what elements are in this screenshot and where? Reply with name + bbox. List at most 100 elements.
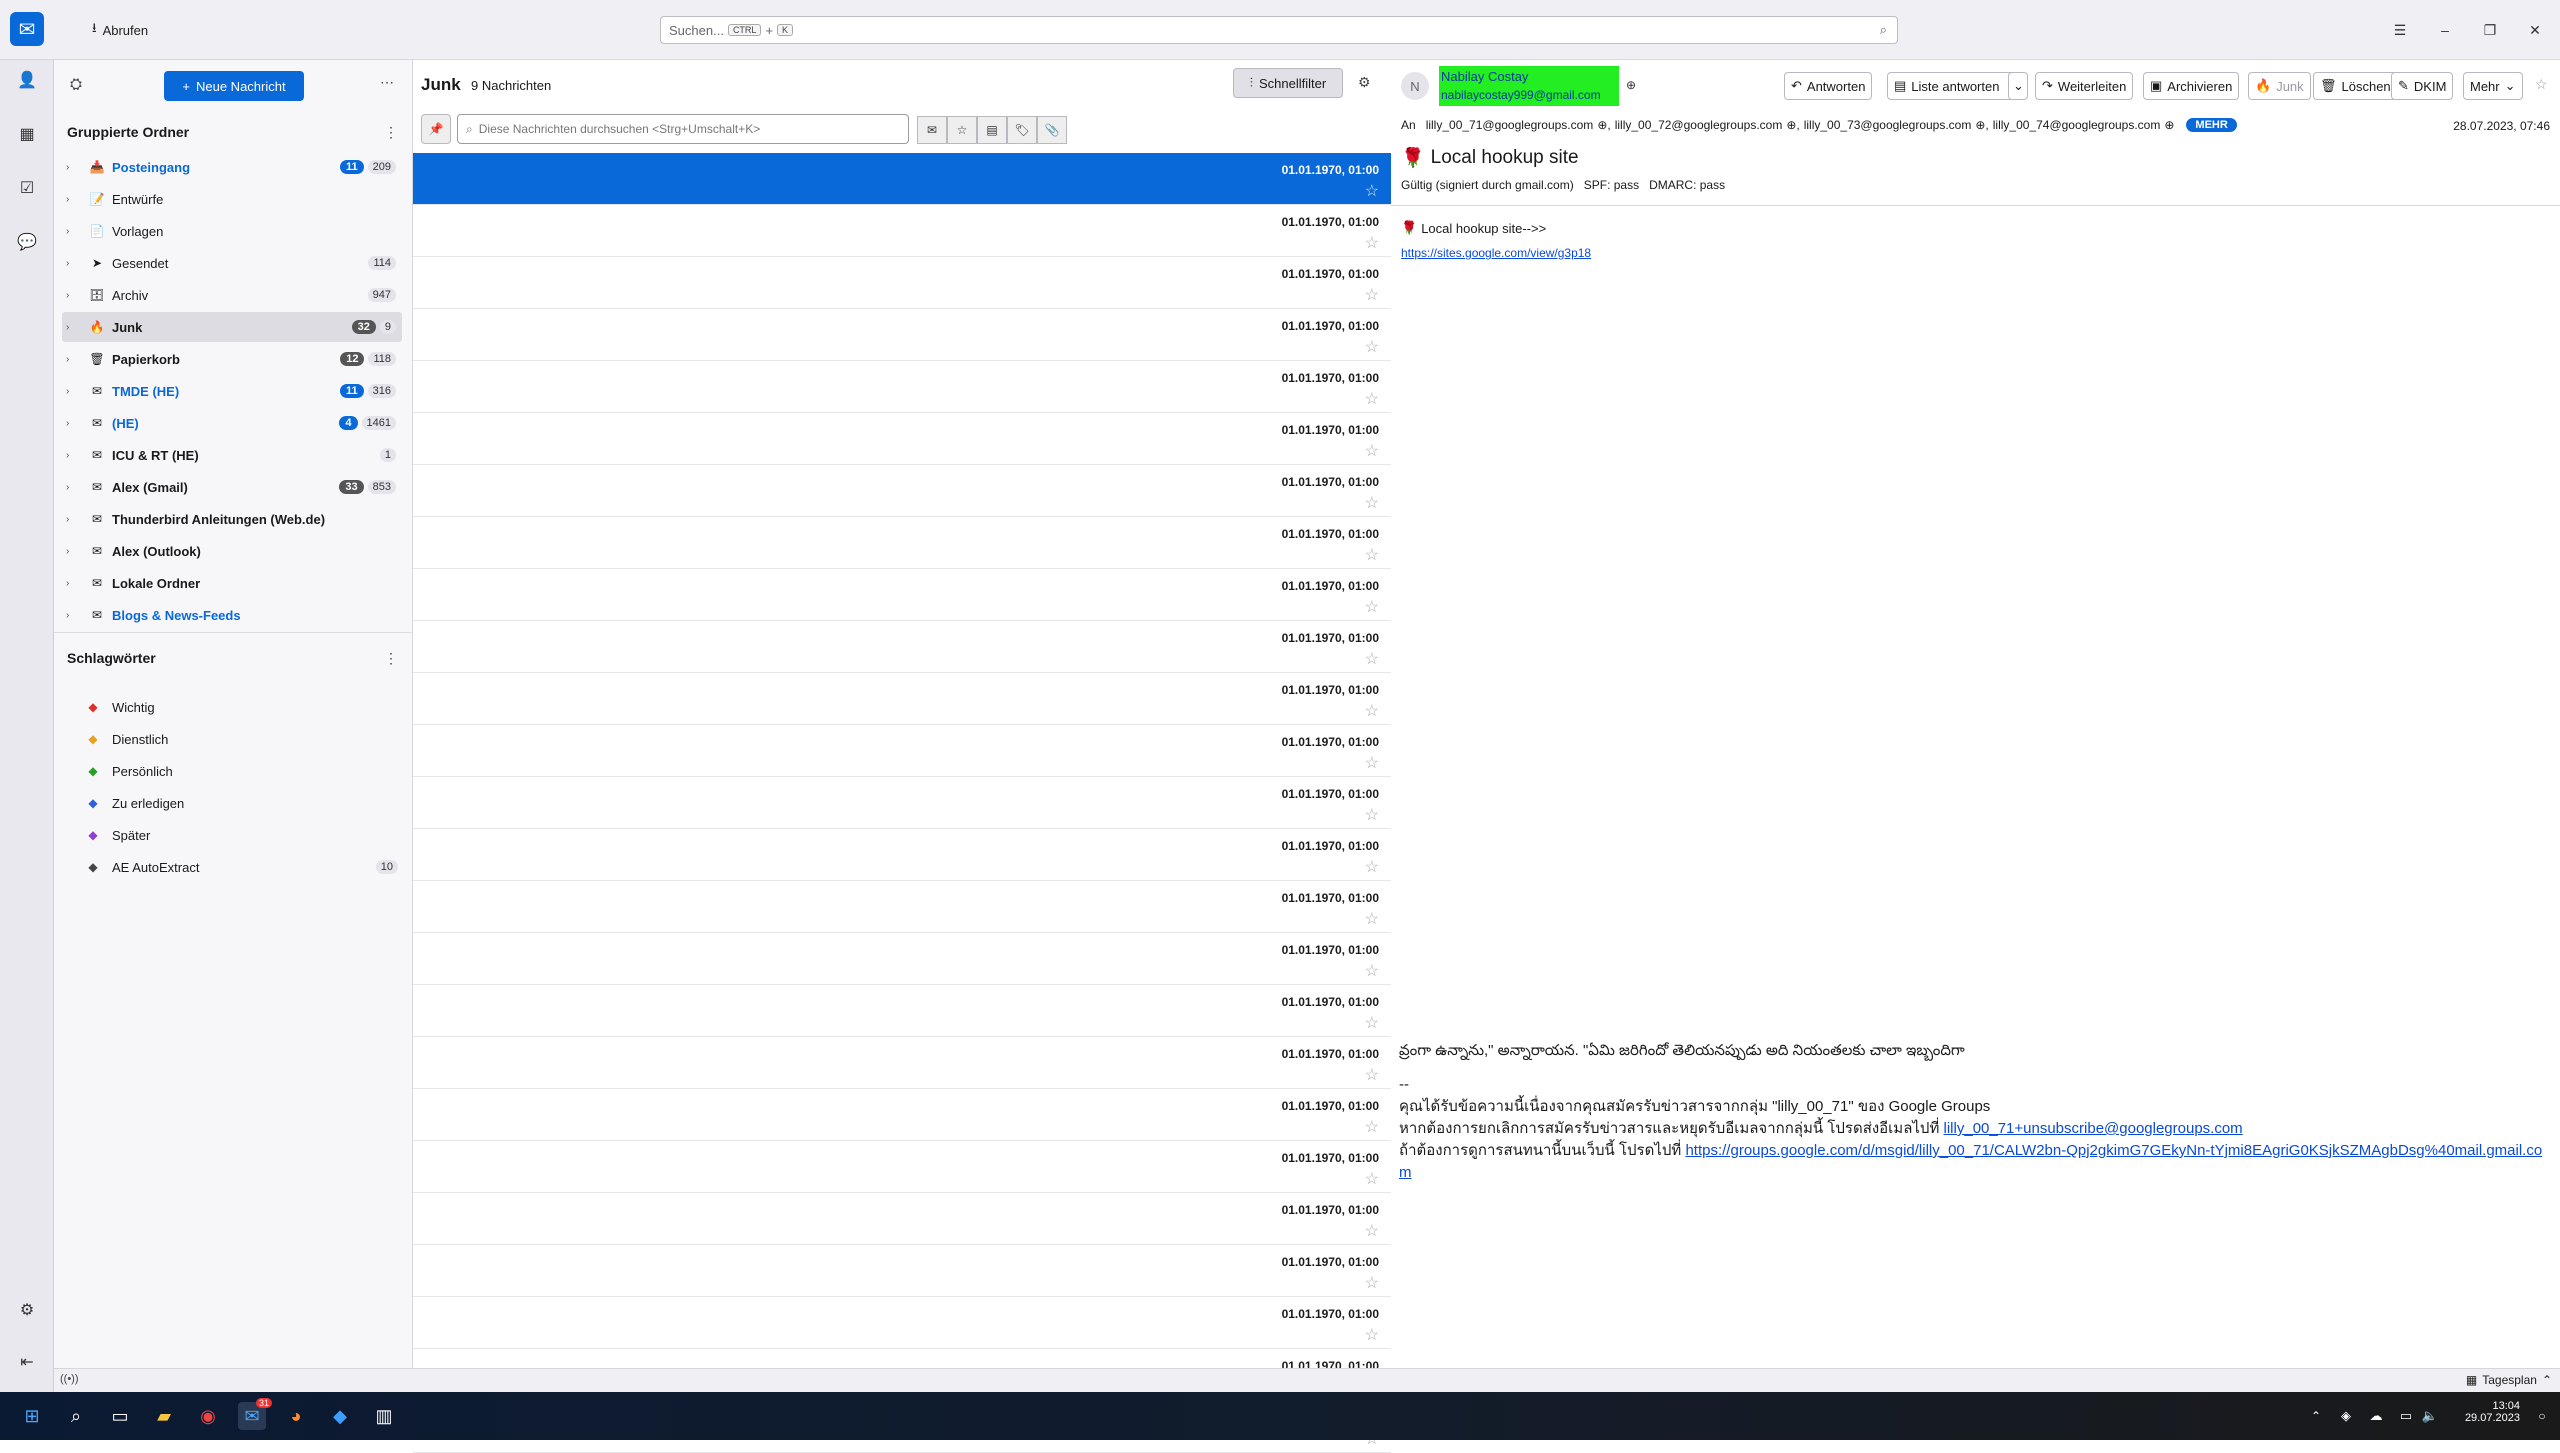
hamburger-menu-icon[interactable]: ☰ [2388,18,2412,42]
cloud-icon[interactable]: ☁ [2362,1402,2390,1430]
quickfilter-button[interactable]: ⫶ Schnellfilter [1233,68,1343,98]
fetch-status-icon[interactable]: ⛭ [70,76,82,93]
fetch-button[interactable]: ⭳ Abrufen [92,17,148,43]
app-icon[interactable]: ▥ [370,1402,398,1430]
filter-attachment-icon[interactable]: 📎 [1037,116,1067,144]
global-search-input[interactable]: Suchen... CTRL + K ⌕ [660,16,1898,44]
star-icon[interactable]: ☆ [1365,1117,1379,1137]
message-row[interactable]: 01.01.1970, 01:00 ☆ [413,465,1391,517]
chat-icon[interactable]: 💬 [15,230,39,254]
more-recipients-button[interactable]: MEHR [2186,118,2237,132]
volume-icon[interactable]: 🔈 [2416,1402,2444,1430]
folder-item[interactable]: › 📝 Entwürfe [62,184,402,214]
tasks-icon[interactable]: ☑ [15,176,39,200]
firefox-icon[interactable]: ◕ [282,1402,310,1430]
message-row[interactable]: 01.01.1970, 01:00 ☆ [413,205,1391,257]
star-icon[interactable]: ☆ [1365,337,1379,357]
more-button[interactable]: Mehr ⌄ [2463,72,2523,100]
pin-filter-button[interactable]: 📌 [421,114,451,144]
message-row[interactable]: 01.01.1970, 01:00 ☆ [413,517,1391,569]
filter-unread-icon[interactable]: ✉ [917,116,947,144]
folder-item[interactable]: › 🗄 Archiv 947 [62,280,402,310]
star-icon[interactable]: ☆ [1365,233,1379,253]
online-status-icon[interactable]: ((•)) [60,1373,79,1385]
message-row[interactable]: 01.01.1970, 01:00 ☆ [413,829,1391,881]
sender[interactable]: Nabilay Costay nabilaycostay999@gmail.co… [1439,66,1619,106]
message-row[interactable]: 01.01.1970, 01:00 ☆ [413,933,1391,985]
chevron-right-icon[interactable]: › [66,450,80,461]
junk-button[interactable]: 🔥 Junk [2248,72,2311,100]
minimize-icon[interactable]: – [2433,18,2457,42]
chevron-right-icon[interactable]: › [66,354,80,365]
recipient[interactable]: lilly_00_73@googlegroups.com [1804,118,1972,132]
folder-item[interactable]: › ✉ Alex (Gmail) 33 853 [62,472,402,502]
message-row[interactable]: 01.01.1970, 01:00 ☆ [413,1141,1391,1193]
chevron-right-icon[interactable]: › [66,290,80,301]
message-row[interactable]: 01.01.1970, 01:00 ☆ [413,777,1391,829]
star-icon[interactable]: ☆ [1365,857,1379,877]
star-icon[interactable]: ☆ [1365,597,1379,617]
folder-item[interactable]: › ✉ Blogs & News-Feeds [62,600,402,630]
filter-starred-icon[interactable]: ☆ [947,116,977,144]
filter-tag-icon[interactable]: 🏷 [1007,116,1037,144]
file-explorer-icon[interactable]: ▰ [150,1402,178,1430]
folder-header-menu-icon[interactable]: ⋮ [384,124,398,141]
star-icon[interactable]: ☆ [1365,649,1379,669]
star-icon[interactable]: ☆ [1365,1273,1379,1293]
message-row[interactable]: 01.01.1970, 01:00 ☆ [413,725,1391,777]
chevron-right-icon[interactable]: › [66,546,80,557]
archive-button[interactable]: ▣ Archivieren [2143,72,2240,100]
folder-item[interactable]: › ✉ TMDE (HE) 11 316 [62,376,402,406]
message-row[interactable]: 01.01.1970, 01:00 ☆ [413,1297,1391,1349]
start-icon[interactable]: ⊞ [18,1402,46,1430]
list-display-options-icon[interactable]: ⚙ [1358,74,1371,91]
dkim-button[interactable]: ✎ DKIM [2391,72,2454,100]
message-row[interactable]: 01.01.1970, 01:00 ☆ [413,257,1391,309]
chevron-right-icon[interactable]: › [66,578,80,589]
folder-item[interactable]: › ✉ Lokale Ordner [62,568,402,598]
chevron-right-icon[interactable]: › [66,194,80,205]
star-icon[interactable]: ☆ [1365,753,1379,773]
star-icon[interactable]: ☆ [1365,285,1379,305]
message-row[interactable]: 01.01.1970, 01:00 ☆ [413,153,1391,205]
tag-item[interactable]: ◆ Später [84,820,404,850]
message-row[interactable]: 01.01.1970, 01:00 ☆ [413,1089,1391,1141]
tag-item[interactable]: ◆ Zu erledigen [84,788,404,818]
folder-item[interactable]: › ✉ (HE) 4 1461 [62,408,402,438]
recipient[interactable]: lilly_00_72@googlegroups.com [1615,118,1783,132]
message-row[interactable]: 01.01.1970, 01:00 ☆ [413,1193,1391,1245]
recipient[interactable]: lilly_00_74@googlegroups.com [1993,118,2161,132]
close-icon[interactable]: ✕ [2523,18,2547,42]
message-row[interactable]: 01.01.1970, 01:00 ☆ [413,881,1391,933]
star-icon[interactable]: ☆ [1365,441,1379,461]
filter-search-input[interactable]: ⌕ Diese Nachrichten durchsuchen <Strg+Um… [457,114,909,144]
chevron-right-icon[interactable]: › [66,226,80,237]
calendar-icon[interactable]: ▦ [15,122,39,146]
message-row[interactable]: 01.01.1970, 01:00 ☆ [413,621,1391,673]
folder-item[interactable]: › ✉ Alex (Outlook) [62,536,402,566]
star-icon[interactable]: ☆ [1365,1065,1379,1085]
star-icon[interactable]: ☆ [1365,961,1379,981]
folder-item[interactable]: › ✉ Thunderbird Anleitungen (Web.de) [62,504,402,534]
reply-button[interactable]: ↶ Antworten [1784,72,1873,100]
address-book-icon[interactable]: 👤 [15,68,39,92]
search-icon[interactable]: ⌕ [62,1402,90,1430]
more-options-icon[interactable]: ⋯ [380,74,394,91]
folder-item[interactable]: › 📥 Posteingang 11 209 [62,152,402,182]
body-link[interactable]: https://sites.google.com/view/g3p18 [1401,246,2541,260]
star-icon[interactable]: ☆ [1365,909,1379,929]
folder-item[interactable]: › 🔥 Junk 32 9 [62,312,402,342]
message-row[interactable]: 01.01.1970, 01:00 ☆ [413,569,1391,621]
chevron-right-icon[interactable]: › [66,610,80,621]
chevron-up-icon[interactable]: ⌃ [2302,1402,2330,1430]
message-row[interactable]: 01.01.1970, 01:00 ☆ [413,361,1391,413]
delete-button[interactable]: 🗑 Löschen [2313,72,2398,100]
thunderbird-logo-icon[interactable]: ✉ [10,12,44,46]
chrome-icon[interactable]: ◉ [194,1402,222,1430]
chevron-right-icon[interactable]: › [66,418,80,429]
tray-app-icon[interactable]: ◈ [2332,1402,2360,1430]
message-row[interactable]: 01.01.1970, 01:00 ☆ [413,1245,1391,1297]
chevron-right-icon[interactable]: › [66,322,80,333]
folder-item[interactable]: › 📄 Vorlagen [62,216,402,246]
settings-gear-icon[interactable]: ⚙ [15,1298,39,1322]
